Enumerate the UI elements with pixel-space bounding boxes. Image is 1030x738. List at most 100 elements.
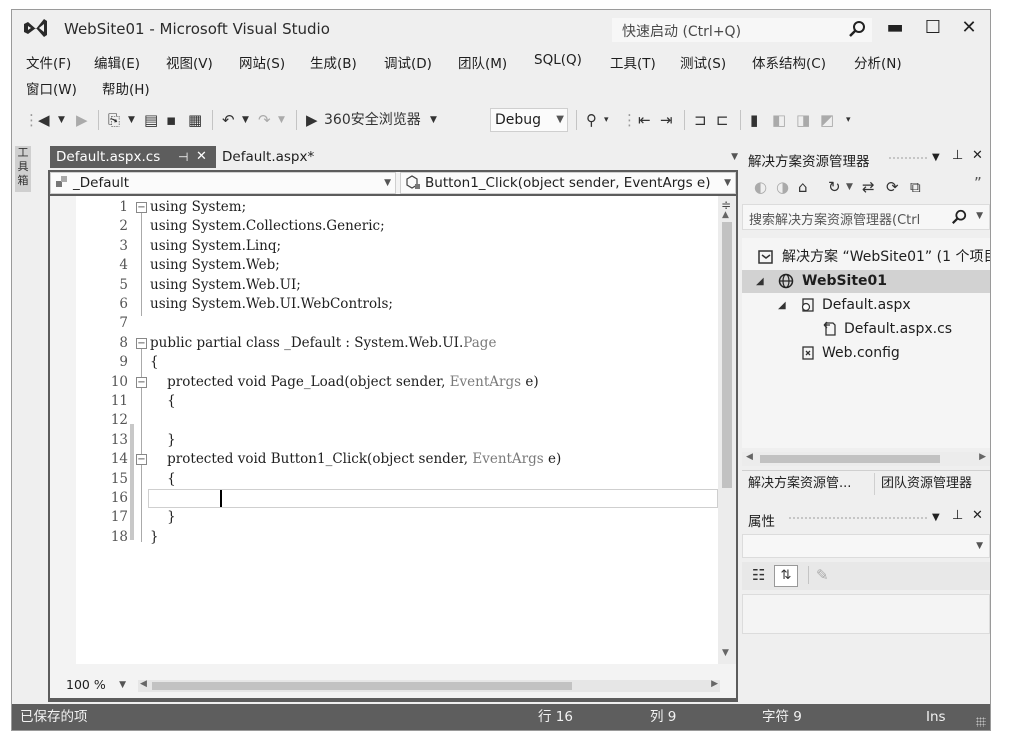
horizontal-scrollbar[interactable]: ◀ ▶: [138, 679, 720, 692]
class-dropdown[interactable]: _Default ▼: [50, 172, 396, 194]
categorized-icon[interactable]: ☷: [752, 566, 765, 584]
tree-item-web-config[interactable]: Web.config: [742, 342, 990, 365]
undo-icon[interactable]: ↶: [222, 110, 235, 130]
menu-test[interactable]: 测试(S): [680, 52, 726, 72]
open-file-icon[interactable]: ▤: [144, 110, 158, 130]
previous-bookmark-icon[interactable]: ◧: [772, 110, 786, 130]
close-icon[interactable]: ✕: [972, 148, 983, 163]
properties-grid[interactable]: [742, 594, 990, 634]
home-icon[interactable]: ⌂: [798, 178, 808, 196]
new-project-dropdown-icon[interactable]: ▼: [128, 110, 135, 130]
properties-object-select[interactable]: ▼: [742, 534, 990, 558]
menu-analyze[interactable]: 分析(N): [854, 52, 902, 72]
save-icon[interactable]: ▪: [166, 110, 176, 130]
tab-default-aspx-cs[interactable]: Default.aspx.cs ⊣ ✕: [50, 146, 216, 168]
navigate-forward-icon[interactable]: ▶: [76, 110, 88, 130]
alphabetical-icon[interactable]: ⇅: [774, 565, 798, 587]
resize-grip-icon[interactable]: [976, 717, 986, 727]
scroll-right-icon[interactable]: ▶: [979, 452, 986, 462]
menu-help[interactable]: 帮助(H): [102, 78, 150, 98]
bookmark-icon[interactable]: ▮: [750, 110, 758, 130]
pending-changes-filter-icon[interactable]: ↻: [828, 178, 841, 196]
close-icon[interactable]: ✕: [196, 146, 207, 168]
panel-dropdown-icon[interactable]: ▼: [932, 512, 940, 523]
solution-horizontal-scrollbar[interactable]: ◀ ▶: [742, 452, 990, 466]
property-pages-wrench-icon[interactable]: ✎: [816, 566, 829, 584]
menu-team[interactable]: 团队(M): [458, 52, 507, 72]
next-bookmark-icon[interactable]: ◨: [796, 110, 810, 130]
redo-dropdown-icon[interactable]: ▼: [278, 110, 285, 130]
menu-view[interactable]: 视图(V): [166, 52, 213, 72]
zoom-select[interactable]: 100 % ▼: [62, 676, 130, 694]
tab-team-explorer[interactable]: 团队资源管理器: [874, 473, 990, 495]
tree-item-solution[interactable]: 解决方案 “WebSite01” (1 个项目): [742, 246, 990, 269]
solution-configuration-select[interactable]: Debug ▼: [490, 108, 568, 132]
chevron-down-icon[interactable]: ▼: [976, 211, 983, 221]
refresh-icon[interactable]: ⟳: [886, 178, 899, 196]
scroll-up-icon[interactable]: ▲: [722, 210, 729, 220]
comment-lines-icon[interactable]: ⊐: [694, 110, 707, 130]
toolbox-tab[interactable]: 工具箱: [15, 146, 31, 192]
toolbar-overflow-icon[interactable]: ▾: [846, 110, 851, 130]
menu-window[interactable]: 窗口(W): [26, 78, 77, 98]
tree-item-website[interactable]: ◢ WebSite01: [742, 270, 990, 293]
collapse-outline-icon[interactable]: −: [136, 202, 147, 213]
menu-architecture[interactable]: 体系结构(C): [752, 52, 826, 72]
scroll-right-icon[interactable]: ▶: [711, 679, 718, 689]
close-button[interactable]: ✕: [954, 16, 984, 40]
outdent-icon[interactable]: ⇤: [638, 110, 651, 130]
scroll-left-icon[interactable]: ◀: [140, 679, 147, 689]
clear-bookmarks-icon[interactable]: ◩: [820, 110, 834, 130]
navigate-back-icon[interactable]: ◀: [38, 110, 50, 130]
pin-icon[interactable]: ⊥: [952, 508, 963, 523]
redo-icon[interactable]: ↷: [258, 110, 271, 130]
undo-dropdown-icon[interactable]: ▼: [242, 110, 249, 130]
expander-icon[interactable]: ◢: [756, 270, 764, 293]
menu-tools[interactable]: 工具(T): [610, 52, 656, 72]
minimize-button[interactable]: ▬: [880, 16, 910, 40]
tree-item-default-aspx[interactable]: ◢ Default.aspx: [742, 294, 990, 317]
pin-icon[interactable]: ⊥: [952, 148, 963, 163]
menu-build[interactable]: 生成(B): [310, 52, 357, 72]
menu-file[interactable]: 文件(F): [26, 52, 71, 72]
indent-icon[interactable]: ⇥: [660, 110, 673, 130]
horizontal-scroll-thumb[interactable]: [152, 682, 572, 690]
vertical-scroll-thumb[interactable]: [722, 222, 732, 488]
pin-icon[interactable]: ⊣: [178, 146, 188, 168]
menu-website[interactable]: 网站(S): [239, 52, 285, 72]
search-icon[interactable]: [848, 20, 866, 38]
sync-icon[interactable]: ⇄: [862, 178, 875, 196]
horizontal-scroll-thumb[interactable]: [760, 455, 940, 463]
quick-launch-input[interactable]: 快速启动 (Ctrl+Q): [612, 18, 872, 42]
expander-icon[interactable]: ◢: [778, 294, 786, 317]
browser-selector-button[interactable]: 360安全浏览器: [324, 110, 421, 130]
uncomment-lines-icon[interactable]: ⊏: [716, 110, 729, 130]
forward-icon[interactable]: ◑: [776, 178, 789, 196]
panel-dropdown-icon[interactable]: ▼: [932, 152, 940, 163]
tab-default-aspx[interactable]: Default.aspx*: [222, 146, 314, 168]
code-area[interactable]: 1− using System; 2 using System.Collections…: [50, 196, 718, 664]
toolbar-overflow-icon[interactable]: ”: [974, 174, 982, 192]
close-icon[interactable]: ✕: [972, 508, 983, 523]
menu-sql[interactable]: SQL(Q): [534, 52, 582, 68]
filter-dropdown-icon[interactable]: ▼: [846, 182, 853, 192]
browser-dropdown-icon[interactable]: ▼: [430, 110, 437, 130]
back-icon[interactable]: ◐: [754, 178, 767, 196]
menu-edit[interactable]: 编辑(E): [94, 52, 140, 72]
solution-search-input[interactable]: 搜索解决方案资源管理器(Ctrl ▼: [742, 204, 990, 230]
save-all-icon[interactable]: ▦: [188, 110, 202, 130]
collapse-outline-icon[interactable]: −: [136, 376, 147, 388]
toolbar-overflow-icon[interactable]: ▾: [604, 110, 609, 130]
collapse-all-icon[interactable]: ⧉: [910, 178, 921, 196]
new-project-icon[interactable]: ⎘: [108, 110, 120, 130]
menu-debug[interactable]: 调试(D): [384, 52, 432, 72]
tab-overflow-icon[interactable]: ▼: [731, 152, 738, 162]
maximize-button[interactable]: ☐: [918, 16, 948, 40]
scroll-left-icon[interactable]: ◀: [746, 452, 753, 462]
member-dropdown[interactable]: Button1_Click(object sender, EventArgs e…: [400, 172, 736, 194]
collapse-outline-icon[interactable]: −: [136, 454, 147, 466]
collapse-outline-icon[interactable]: −: [136, 337, 147, 349]
find-in-files-icon[interactable]: ⚲: [586, 110, 597, 130]
tree-item-default-aspx-cs[interactable]: Default.aspx.cs: [742, 318, 990, 341]
search-icon[interactable]: [951, 209, 967, 225]
